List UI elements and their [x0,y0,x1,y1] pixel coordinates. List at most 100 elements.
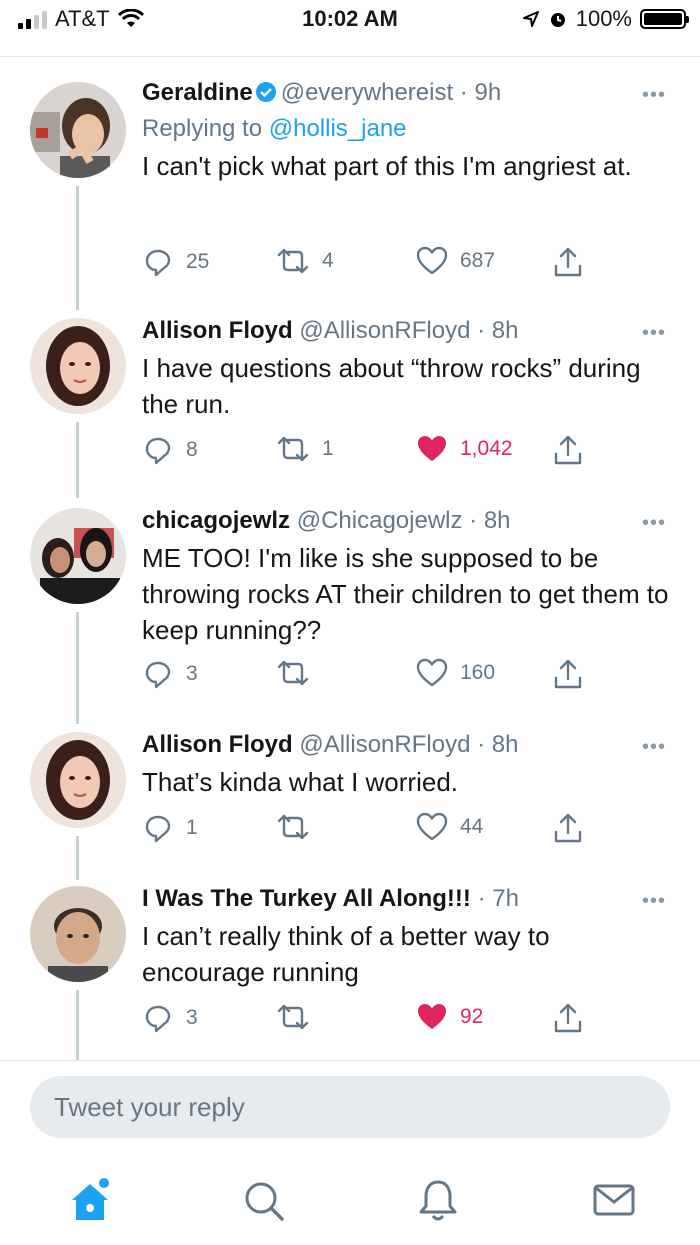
avatar[interactable] [30,886,126,982]
more-options-icon[interactable]: ••• [642,890,666,913]
reply-icon [142,812,174,844]
tweet-header: Allison Floyd @AllisonRFloyd · 8h [142,316,672,346]
share-icon [552,812,584,844]
more-options-icon[interactable]: ••• [642,322,666,345]
heart-icon [416,246,448,276]
share-button[interactable] [552,434,584,466]
tab-home[interactable] [66,1176,114,1229]
reply-button[interactable]: 25 [142,246,209,278]
tweet-text: I can't pick what part of this I'm angri… [142,151,632,181]
composer-divider [0,1060,700,1061]
more-options-icon[interactable]: ••• [642,84,666,107]
separator-dot: · [453,79,475,106]
tweet-actions: 3 92 [142,1002,592,1036]
author-name[interactable]: Allison Floyd [142,731,293,758]
tweet[interactable]: I Was The Turkey All Along!!! · 7h I can… [0,884,700,1060]
replying-label: Replying to [142,115,263,142]
like-button[interactable]: 1,042 [416,434,513,464]
heart-icon [416,1002,448,1032]
reply-count: 25 [186,250,210,273]
reply-icon [142,658,174,690]
alarm-icon [550,13,565,27]
tweet-header: I Was The Turkey All Along!!! · 7h [142,884,672,914]
reply-button[interactable]: 3 [142,1002,198,1034]
reply-button[interactable]: 8 [142,434,198,466]
retweet-button[interactable] [276,1002,322,1032]
heart-icon [416,812,448,842]
tweet[interactable]: chicagojewlz @Chicagojewlz · 8h ME TOO! … [0,506,700,724]
tab-notifications[interactable] [414,1176,462,1229]
thread-line [76,422,79,498]
retweet-icon [276,1002,310,1032]
mention-link[interactable]: @hollis_jane [269,115,407,142]
like-button[interactable]: 687 [416,246,495,276]
like-button[interactable]: 44 [416,812,483,842]
avatar[interactable] [30,318,126,414]
mail-icon [593,1184,635,1216]
retweet-button[interactable] [276,812,322,842]
retweet-icon [276,812,310,842]
share-button[interactable] [552,812,584,844]
reply-icon [142,1002,174,1034]
top-divider [0,56,700,57]
retweet-icon [276,658,310,688]
location-icon [522,11,539,27]
tweet[interactable]: Allison Floyd @AllisonRFloyd · 8h That’s… [0,730,700,880]
heart-icon [416,658,448,688]
thread-line [76,836,79,880]
bottom-tab-bar [0,1160,700,1240]
retweet-button[interactable]: 4 [276,246,334,276]
author-handle[interactable]: @AllisonRFloyd [299,317,470,344]
reply-count: 8 [186,438,198,461]
author-handle[interactable]: @everywhereist [281,79,453,106]
author-handle[interactable]: @AllisonRFloyd [299,731,470,758]
author-handle[interactable]: @Chicagojewlz [297,507,463,534]
tweet-header: Geraldine @everywhereist · 9h [142,78,672,108]
tab-messages[interactable] [590,1176,638,1229]
reply-button[interactable]: 1 [142,812,198,844]
tweet-text: I have questions about “throw rocks” dur… [142,353,641,419]
tweet-time[interactable]: 7h [492,885,519,912]
reply-icon [142,434,174,466]
tweet-time[interactable]: 9h [474,79,501,106]
avatar[interactable] [30,732,126,828]
tweet[interactable]: Geraldine @everywhereist · 9h Replying to… [0,78,700,310]
avatar[interactable] [30,508,126,604]
more-options-icon[interactable]: ••• [642,512,666,535]
retweet-button[interactable]: 1 [276,434,334,464]
verified-icon [255,82,276,102]
tweet-content: Allison Floyd @AllisonRFloyd · 8h I have… [142,316,672,422]
tweet-text: That’s kinda what I worried. [142,767,458,797]
reply-button[interactable]: 3 [142,658,198,690]
reply-input[interactable]: Tweet your reply [30,1076,670,1138]
reply-count: 3 [186,1006,198,1029]
thread-line [76,612,79,724]
author-name[interactable]: Geraldine [142,79,253,106]
retweet-count: 1 [322,437,334,460]
like-button[interactable]: 160 [416,658,495,688]
tweet-time[interactable]: 8h [484,507,511,534]
author-name[interactable]: Allison Floyd [142,317,293,344]
search-icon [245,1182,284,1221]
author-name[interactable]: I Was The Turkey All Along!!! [142,885,471,912]
more-options-icon[interactable]: ••• [642,736,666,759]
like-count: 92 [460,1005,484,1028]
tweet-time[interactable]: 8h [492,317,519,344]
battery-percent: 100% [575,6,632,31]
tweet-header: chicagojewlz @Chicagojewlz · 8h [142,506,672,536]
tweet[interactable]: Allison Floyd @AllisonRFloyd · 8h I have… [0,316,700,498]
author-name[interactable]: chicagojewlz [142,507,290,534]
share-button[interactable] [552,246,584,278]
status-bar: AT&T 10:02 AM 100% [0,0,700,38]
share-icon [552,434,584,466]
tweet-time[interactable]: 8h [492,731,519,758]
avatar[interactable] [30,82,126,178]
separator-dot: · [470,731,492,758]
like-button[interactable]: 92 [416,1002,483,1032]
share-button[interactable] [552,1002,584,1034]
separator-dot: · [462,507,484,534]
retweet-button[interactable] [276,658,322,688]
like-count: 1,042 [460,437,513,460]
tab-search[interactable] [240,1176,288,1229]
share-button[interactable] [552,658,584,690]
